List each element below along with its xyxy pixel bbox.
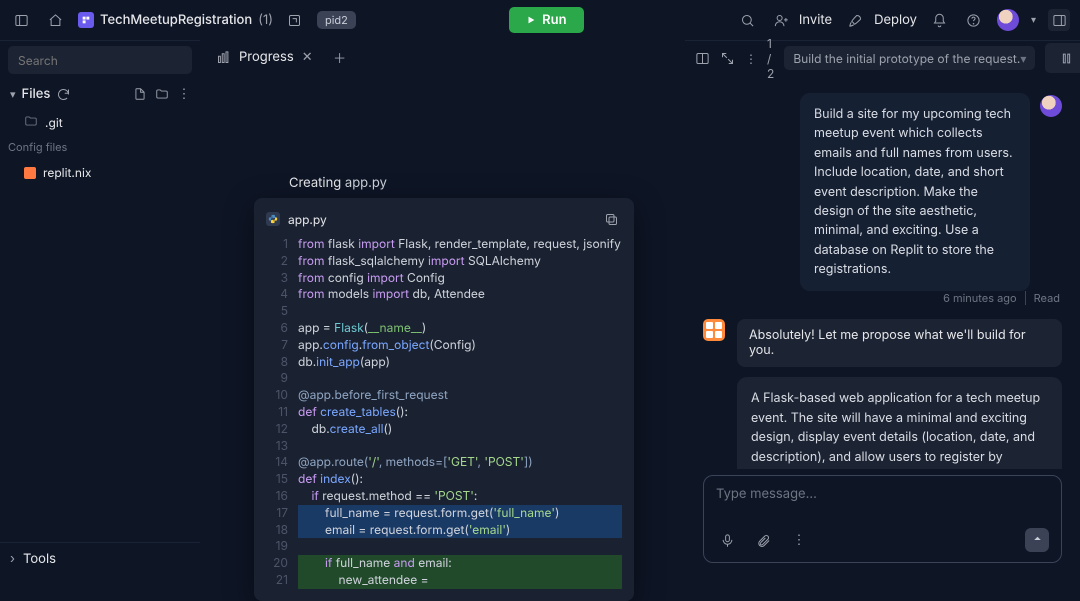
deploy-label: Deploy	[874, 12, 917, 28]
sidebar: ▾ Files ⋮ .git Config files	[0, 40, 200, 575]
run-label: Run	[542, 12, 566, 28]
project-title[interactable]: TechMeetupRegistration (1)	[78, 9, 305, 31]
python-file-icon	[266, 212, 280, 226]
home-icon[interactable]	[44, 9, 66, 31]
tree-file-replitnix[interactable]: replit.nix	[18, 162, 200, 183]
files-label: Files	[22, 86, 51, 102]
more-vert-icon[interactable]: ⋮	[745, 47, 757, 69]
deploy-button[interactable]: Deploy	[844, 9, 917, 31]
refresh-icon[interactable]	[56, 83, 71, 105]
snippet-filename: app.py	[288, 212, 327, 227]
more-icon[interactable]: ⋮	[176, 86, 192, 102]
tab-close-icon[interactable]: ✕	[302, 49, 313, 65]
send-button[interactable]	[1025, 528, 1049, 552]
caption-file: app.py	[345, 175, 387, 191]
project-name: TechMeetupRegistration	[100, 12, 252, 28]
rocket-icon	[844, 9, 866, 31]
help-icon[interactable]	[963, 9, 985, 31]
invite-button[interactable]: Invite	[771, 9, 832, 31]
message-composer[interactable]: Type message... ⋮	[703, 475, 1062, 563]
agent-intro: Absolutely! Let me propose what we'll bu…	[737, 319, 1062, 367]
progress-tab-icon	[216, 50, 231, 65]
copy-icon[interactable]	[600, 208, 622, 230]
attach-icon[interactable]	[752, 529, 774, 551]
agent-plan-card: A Flask-based web application for a tech…	[737, 377, 1062, 469]
invite-label: Invite	[799, 12, 832, 28]
right-pane: ⋮ 1 / 2 Build the initial prototype of t…	[685, 40, 1080, 575]
folder-icon	[24, 114, 38, 131]
split-view-icon[interactable]	[695, 47, 710, 69]
top-bar: TechMeetupRegistration (1) pid2 Run Invi…	[0, 0, 1080, 40]
message-read: Read	[1025, 291, 1060, 305]
tree-label: replit.nix	[43, 165, 91, 180]
pause-icon	[1055, 47, 1077, 69]
open-external-icon[interactable]	[283, 9, 305, 31]
plan-paragraph: A Flask-based web application for a tech…	[751, 389, 1048, 469]
replit-file-icon	[24, 167, 36, 179]
chevron-down-icon: ▾	[10, 87, 16, 101]
search-icon[interactable]	[737, 9, 759, 31]
panel-toggle-icon[interactable]	[10, 9, 32, 31]
chevron-down-icon[interactable]: ▾	[1020, 51, 1026, 66]
agent-avatar-icon	[703, 319, 725, 341]
message-time: 6 minutes ago	[943, 291, 1017, 305]
address-text: Build the initial prototype of the reque…	[793, 51, 1020, 66]
composer-placeholder: Type message...	[716, 486, 1049, 502]
tools-row[interactable]: › Tools	[0, 542, 200, 575]
page-indicator: 1 / 2	[767, 36, 774, 81]
code-snippet-card: app.py 1from flask import Flask, render_…	[254, 198, 634, 601]
add-tab-button[interactable]: ＋	[329, 46, 351, 68]
tab-progress[interactable]: Progress ✕	[204, 43, 325, 71]
pause-button[interactable]: Pause	[1045, 43, 1080, 73]
close-panel-icon	[1048, 9, 1070, 31]
close-panel-button[interactable]	[1048, 9, 1070, 31]
address-bar[interactable]: Build the initial prototype of the reque…	[784, 46, 1035, 70]
avatar-caret-icon[interactable]: ▾	[1031, 14, 1036, 26]
caption-prefix: Creating	[289, 175, 345, 191]
new-folder-icon[interactable]	[154, 87, 170, 101]
search-input[interactable]	[16, 52, 212, 69]
tree-folder-git[interactable]: .git	[18, 111, 200, 134]
project-logo-icon	[78, 12, 94, 28]
project-suffix: (1)	[258, 12, 273, 28]
editor-tabs: Progress ✕ ＋	[204, 40, 681, 74]
run-button[interactable]: Run	[509, 7, 583, 33]
user-avatar[interactable]	[997, 9, 1019, 31]
chevron-right-icon: ›	[10, 551, 15, 567]
tab-label: Progress	[239, 49, 294, 65]
pid-badge[interactable]: pid2	[317, 11, 356, 29]
composer-more-icon[interactable]: ⋮	[788, 529, 810, 551]
user-message: Build a site for my upcoming tech meetup…	[800, 93, 1030, 291]
bell-icon[interactable]	[929, 9, 951, 31]
center-pane: Progress ✕ ＋ Creating app.py app.py	[204, 40, 681, 575]
expand-icon[interactable]	[720, 47, 735, 69]
new-file-icon[interactable]	[132, 87, 148, 101]
files-header[interactable]: ▾ Files ⋮	[0, 79, 200, 109]
code-block: 1from flask import Flask, render_templat…	[266, 236, 622, 589]
config-section-label: Config files	[0, 134, 200, 160]
user-avatar-small	[1040, 95, 1062, 117]
tools-label: Tools	[23, 551, 56, 567]
tree-label: .git	[45, 115, 63, 130]
sidebar-search[interactable]	[8, 46, 192, 74]
progress-caption: Creating app.py	[289, 174, 387, 191]
mic-icon[interactable]	[716, 529, 738, 551]
invite-icon	[771, 9, 793, 31]
